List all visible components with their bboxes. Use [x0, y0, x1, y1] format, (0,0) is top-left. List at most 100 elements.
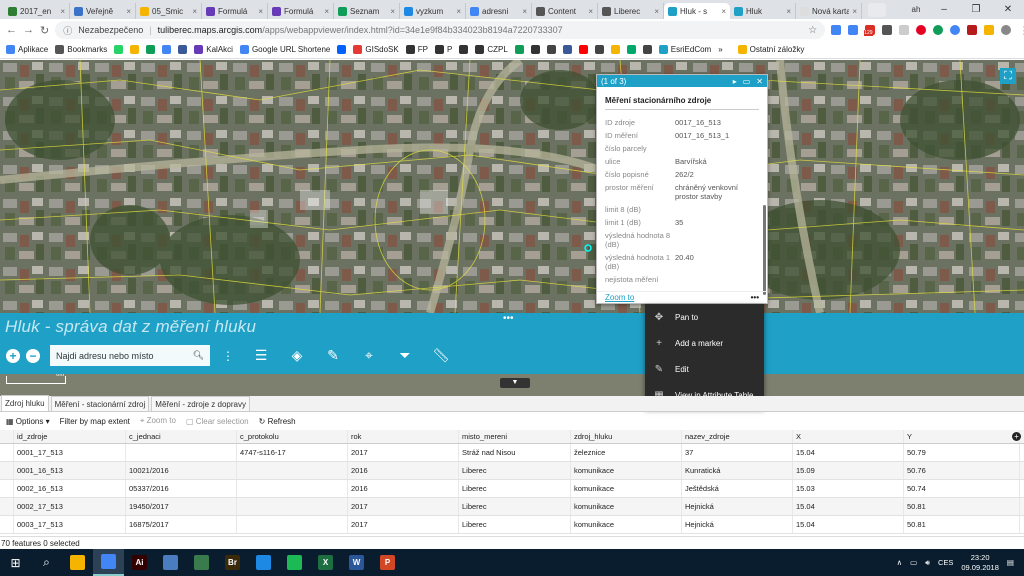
bookmark-item[interactable] — [626, 45, 636, 54]
reload-icon[interactable]: ↻ — [40, 24, 49, 37]
browser-tab[interactable]: Veřejně × — [70, 3, 136, 19]
search-box[interactable]: Najdi adresu nebo místo 🔍︎ — [50, 345, 210, 366]
new-tab-button[interactable] — [868, 2, 886, 17]
row-selector[interactable] — [0, 462, 14, 479]
bookmark-item[interactable] — [514, 45, 524, 54]
bookmark-item[interactable] — [594, 45, 604, 54]
tab-close-icon[interactable]: × — [192, 7, 197, 16]
bookmark-item[interactable] — [162, 45, 172, 54]
zoom-to-button[interactable]: ⌖ Zoom to — [140, 416, 176, 426]
browser-tab[interactable]: Formulá × — [202, 3, 268, 19]
bookmark-item[interactable]: Bookmarks — [55, 45, 107, 54]
browser-tab[interactable]: Formulá × — [268, 3, 334, 19]
column-header[interactable]: X — [793, 430, 904, 443]
table-row[interactable]: 0001_16_513 10021/2016 2016 Liberec komunika… — [0, 462, 1024, 480]
bookmarks-more-icon[interactable]: » — [718, 45, 722, 54]
arcgis-taskbar-button[interactable] — [155, 549, 186, 576]
browser-tab[interactable]: Seznam × — [334, 3, 400, 19]
extension-icon[interactable] — [984, 25, 995, 35]
filter-icon[interactable]: ⏷ — [390, 347, 420, 364]
taskbar-search-icon[interactable]: ⌕ — [31, 549, 62, 576]
bookmark-item[interactable]: Google URL Shortene — [239, 45, 330, 54]
bookmark-item[interactable]: FP — [405, 45, 428, 54]
bookmark-item[interactable] — [146, 45, 156, 54]
search-options-icon[interactable]: ⋮ — [222, 349, 234, 363]
tray-expand-icon[interactable]: ∧ — [897, 558, 903, 567]
menu-item[interactable]: ✎ Edit — [645, 356, 764, 382]
file-explorer-taskbar-button[interactable] — [62, 549, 93, 576]
measure-icon[interactable]: 📏︎ — [426, 347, 456, 364]
user-label[interactable]: ah — [904, 5, 928, 14]
add-column-icon[interactable]: + — [1012, 432, 1021, 441]
minimize-icon[interactable]: – — [928, 4, 960, 15]
app-blue-taskbar-button[interactable] — [248, 549, 279, 576]
tab-close-icon[interactable]: × — [588, 7, 593, 16]
tab-close-icon[interactable]: × — [852, 7, 857, 16]
bookmark-item[interactable]: CZPL — [475, 45, 508, 54]
attribute-tab[interactable]: Měření - zdroje z dopravy — [151, 396, 250, 411]
next-feature-icon[interactable]: ▸ — [733, 77, 737, 86]
column-header[interactable]: nazev_zdroje — [682, 430, 793, 443]
column-header[interactable]: id_zdroje — [14, 430, 126, 443]
excel-taskbar-button[interactable]: X — [310, 549, 341, 576]
word-taskbar-button[interactable]: W — [341, 549, 372, 576]
bookmark-item[interactable] — [530, 45, 540, 54]
column-header[interactable]: misto_mereni — [459, 430, 571, 443]
bookmark-item[interactable] — [459, 45, 469, 54]
volume-icon[interactable]: 🔊︎ — [925, 558, 930, 568]
address-bar[interactable]: ⓘ Nezabezpečeno | tuliberec.maps.arcgis.… — [55, 21, 826, 39]
refresh-button[interactable]: ↻ Refresh — [259, 417, 296, 426]
bookmark-item[interactable]: Aplikace — [6, 45, 48, 54]
powerpoint-taskbar-button[interactable]: P — [372, 549, 403, 576]
browser-tab[interactable]: Hluk - s × — [664, 3, 730, 19]
tab-close-icon[interactable]: × — [654, 7, 659, 16]
bookmark-item[interactable]: GISdoSK — [353, 45, 399, 54]
options-button[interactable]: ▦ Options ▾ — [6, 417, 50, 426]
table-row[interactable]: 0001_17_513 4747-s116-17 2017 Stráž nad Nis… — [0, 444, 1024, 462]
spotify-taskbar-button[interactable] — [279, 549, 310, 576]
bridge-taskbar-button[interactable]: Br — [217, 549, 248, 576]
tab-close-icon[interactable]: × — [522, 7, 527, 16]
browser-tab[interactable]: 05_Smic × — [136, 3, 202, 19]
menu-item[interactable]: ✥ Pan to — [645, 304, 764, 330]
mail-extension-icon[interactable]: 129 — [864, 25, 876, 36]
extension-icon[interactable] — [848, 25, 859, 35]
extension-icon[interactable] — [967, 25, 978, 35]
tab-close-icon[interactable]: × — [456, 7, 461, 16]
browser-tab[interactable]: 2017_en × — [4, 3, 70, 19]
bookmark-item[interactable] — [337, 45, 347, 54]
search-icon[interactable]: 🔍︎ — [193, 350, 204, 361]
more-actions-icon[interactable]: ••• — [751, 293, 759, 302]
map-view[interactable]: ⛶ — [0, 60, 1024, 313]
collapse-table-icon[interactable]: ▼ — [500, 378, 530, 388]
zoom-out-icon[interactable]: − — [26, 348, 40, 363]
pinterest-icon[interactable] — [916, 25, 927, 35]
info-icon[interactable]: ⓘ — [63, 24, 72, 37]
tab-close-icon[interactable]: × — [258, 7, 263, 16]
tab-close-icon[interactable]: × — [60, 7, 65, 16]
menu-item[interactable]: + Add a marker — [645, 330, 764, 356]
tab-close-icon[interactable]: × — [721, 7, 726, 16]
extension-icon[interactable] — [831, 25, 842, 35]
bookmark-star-icon[interactable]: ☆ — [808, 25, 817, 36]
extension-icon[interactable] — [933, 25, 944, 35]
column-header[interactable]: zdroj_hluku — [571, 430, 682, 443]
profile-icon[interactable] — [1001, 25, 1012, 35]
attribute-tab[interactable]: Měření - stacionární zdroj — [50, 396, 150, 411]
bookmark-item[interactable] — [578, 45, 588, 54]
notifications-icon[interactable]: ▤ — [1007, 558, 1014, 567]
row-selector[interactable] — [0, 498, 14, 515]
language-indicator[interactable]: CES — [938, 558, 953, 567]
browser-tab[interactable]: vyzkum × — [400, 3, 466, 19]
menu-icon[interactable]: ⋮ — [1018, 24, 1024, 37]
table-row[interactable]: 0003_17_513 16875/2017 2017 Liberec komunika… — [0, 516, 1024, 534]
restore-icon[interactable]: ❐ — [960, 4, 992, 15]
bookmark-item[interactable] — [130, 45, 140, 54]
bookmark-item[interactable] — [546, 45, 556, 54]
layers-icon[interactable]: ◈ — [282, 347, 312, 364]
row-selector[interactable] — [0, 480, 14, 497]
browser-tab[interactable]: Hluk × — [730, 3, 796, 19]
bookmark-item[interactable]: KalAkci — [194, 45, 233, 54]
illustrator-taskbar-button[interactable]: Ai — [124, 549, 155, 576]
bookmark-item[interactable]: P — [434, 45, 452, 54]
